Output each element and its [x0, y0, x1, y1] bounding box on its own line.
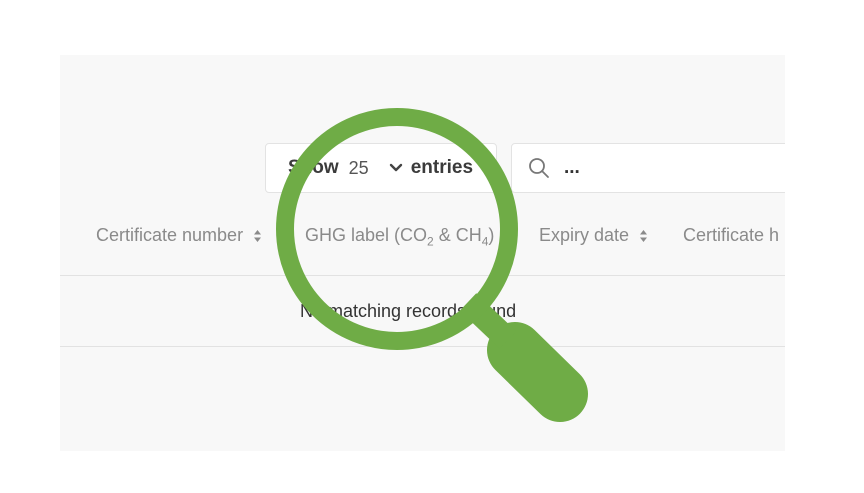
column-header-label: Certificate h [683, 225, 780, 245]
chevron-down-icon[interactable] [389, 163, 403, 173]
entries-length-select[interactable]: Show 25 entries [265, 143, 497, 193]
entries-label: entries [410, 157, 474, 178]
column-header-expiry-date[interactable]: Expiry date [539, 225, 648, 246]
column-header-certificate-holder[interactable]: Certificate h [683, 225, 779, 246]
empty-table-message: No matching records found [300, 301, 517, 321]
table-header: Certificate number GHG label (CO2 & CH4)… [60, 211, 785, 276]
search-icon [528, 157, 550, 179]
sort-icon[interactable] [253, 228, 262, 244]
search-field[interactable] [511, 143, 785, 193]
datatable-panel: Show 25 entries Certificate number GHG l… [60, 55, 785, 451]
column-header-label: GHG label (CO2 & CH4) [305, 225, 495, 249]
search-input[interactable] [562, 156, 766, 180]
column-header-ghg-label[interactable]: GHG label (CO2 & CH4) [305, 225, 494, 249]
column-header-label: Certificate number [96, 225, 244, 245]
entries-select-value[interactable]: 25 [349, 158, 369, 179]
column-header-certificate-number[interactable]: Certificate number [96, 225, 262, 246]
show-label: Show [288, 157, 339, 178]
table-row-empty: No matching records found [60, 276, 785, 347]
sort-icon[interactable] [639, 228, 648, 244]
column-header-label: Expiry date [539, 225, 630, 245]
